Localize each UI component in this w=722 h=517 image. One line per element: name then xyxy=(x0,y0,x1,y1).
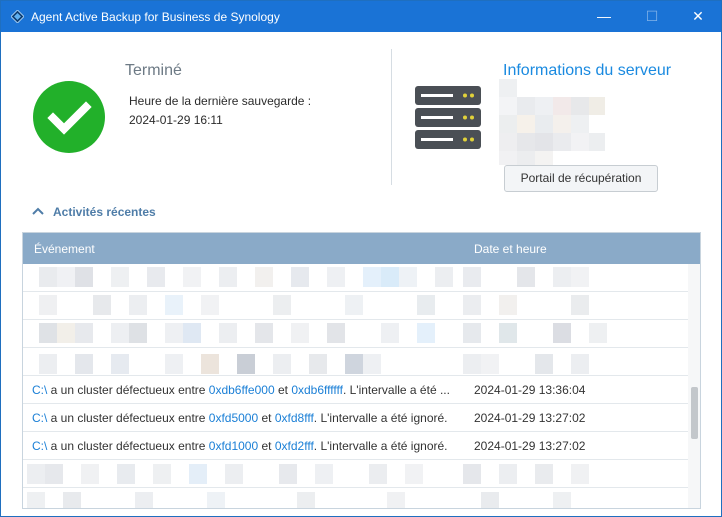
table-row[interactable]: C:\ a un cluster défectueux entre 0xfd50… xyxy=(23,404,688,432)
table-scrollbar[interactable] xyxy=(688,264,700,508)
table-row[interactable]: C:\ a un cluster défectueux entre 0xfd10… xyxy=(23,432,688,460)
address-link[interactable]: 0xdb6ffffff xyxy=(291,383,343,397)
event-text-part: a un cluster défectueux entre xyxy=(47,383,209,397)
success-check-icon xyxy=(33,81,105,153)
event-text-part: . L'intervalle a été ignoré. xyxy=(313,411,448,425)
table-row-redacted[interactable] xyxy=(23,488,688,508)
event-date: 2024-01-29 13:27:02 xyxy=(474,439,586,453)
event-text-part: a un cluster défectueux entre xyxy=(47,439,209,453)
app-logo-icon xyxy=(11,10,24,23)
event-text: C:\ a un cluster défectueux entre 0xdb6f… xyxy=(32,383,450,397)
event-text-part: a un cluster défectueux entre xyxy=(47,411,209,425)
table-row[interactable]: C:\ a un cluster défectueux entre 0xdb6f… xyxy=(23,376,688,404)
event-text-part: et xyxy=(258,411,275,425)
scrollbar-thumb[interactable] xyxy=(691,387,698,439)
last-backup-value: 2024-01-29 16:11 xyxy=(129,113,223,127)
table-row-redacted[interactable] xyxy=(23,264,688,292)
column-header-event[interactable]: Événement xyxy=(34,242,95,256)
drive-link[interactable]: C:\ xyxy=(32,383,47,397)
event-text-part: et xyxy=(258,439,275,453)
server-icon xyxy=(415,86,481,149)
table-row-redacted[interactable] xyxy=(23,460,688,488)
close-button[interactable]: ✕ xyxy=(675,1,721,32)
server-info-title: Informations du serveur xyxy=(503,62,672,79)
activities-table: Événement Date et heure C:\ a un cluster… xyxy=(22,232,701,509)
table-body: C:\ a un cluster défectueux entre 0xdb6f… xyxy=(23,264,688,508)
event-text-part: . L'intervalle a été ignoré. xyxy=(313,439,448,453)
table-row-redacted[interactable] xyxy=(23,348,688,376)
table-row-redacted[interactable] xyxy=(23,292,688,320)
address-link[interactable]: 0xfd1000 xyxy=(209,439,258,453)
drive-link[interactable]: C:\ xyxy=(32,411,47,425)
event-text-part: . L'intervalle a été ... xyxy=(342,383,450,397)
table-header: Événement Date et heure xyxy=(23,233,700,264)
app-window: Agent Active Backup for Business de Syno… xyxy=(0,0,722,517)
address-link[interactable]: 0xfd8fff xyxy=(275,411,314,425)
window-title: Agent Active Backup for Business de Syno… xyxy=(31,10,280,24)
event-date: 2024-01-29 13:27:02 xyxy=(474,411,586,425)
minimize-button[interactable]: — xyxy=(581,1,627,32)
address-link[interactable]: 0xfd2fff xyxy=(275,439,314,453)
address-link[interactable]: 0xfd5000 xyxy=(209,411,258,425)
server-info-redacted xyxy=(499,79,609,165)
event-text: C:\ a un cluster défectueux entre 0xfd50… xyxy=(32,411,448,425)
address-link[interactable]: 0xdb6ffe000 xyxy=(209,383,275,397)
event-text-part: et xyxy=(274,383,292,397)
table-row-redacted[interactable] xyxy=(23,320,688,348)
maximize-button[interactable]: ☐ xyxy=(629,1,675,32)
event-date: 2024-01-29 13:36:04 xyxy=(474,383,586,397)
column-header-date[interactable]: Date et heure xyxy=(474,242,547,256)
status-title: Terminé xyxy=(125,62,182,79)
recent-activities-label: Activités récentes xyxy=(53,205,156,219)
last-backup-label: Heure de la dernière sauvegarde : xyxy=(129,94,312,108)
recovery-portal-button[interactable]: Portail de récupération xyxy=(504,165,658,192)
event-text: C:\ a un cluster défectueux entre 0xfd10… xyxy=(32,439,448,453)
drive-link[interactable]: C:\ xyxy=(32,439,47,453)
chevron-up-icon xyxy=(32,207,44,215)
vertical-divider xyxy=(391,49,392,185)
title-bar[interactable]: Agent Active Backup for Business de Syno… xyxy=(1,1,721,32)
